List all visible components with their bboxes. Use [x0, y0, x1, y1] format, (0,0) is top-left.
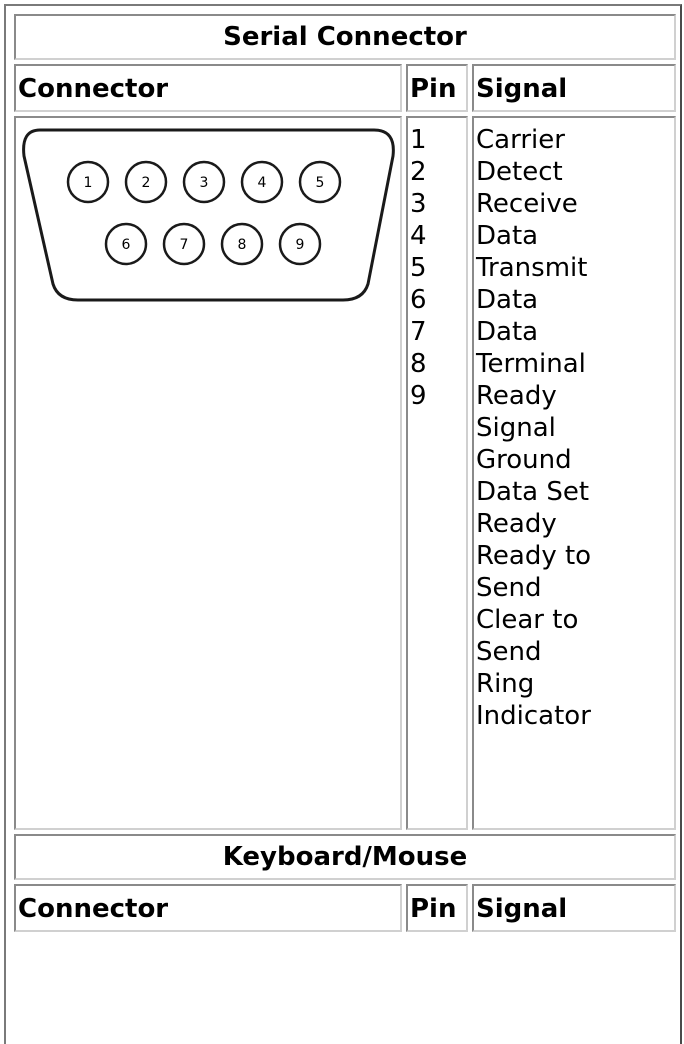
- pin-number: 3: [410, 189, 427, 219]
- serial-connector-cell: 1 2 3 4 5 6 7 8 9: [14, 116, 402, 830]
- pin-number: 2: [410, 157, 427, 187]
- signal-line: Send: [476, 637, 542, 667]
- km-header-pin: Pin: [406, 884, 468, 932]
- signal-line: Receive: [476, 189, 578, 219]
- pin-number: 1: [410, 125, 427, 155]
- signal-line: Data Set: [476, 477, 590, 507]
- pin-number: 7: [410, 317, 427, 347]
- serial-header-pin: Pin: [406, 64, 468, 112]
- keyboard-mouse-section-title: Keyboard/Mouse: [14, 834, 676, 880]
- pin-circle-label: 4: [258, 175, 267, 191]
- signal-line: Carrier: [476, 125, 565, 155]
- serial-section-title: Serial Connector: [14, 14, 676, 60]
- signal-line: Terminal: [476, 349, 586, 379]
- serial-header-signal: Signal: [472, 64, 676, 112]
- pin-number: 4: [410, 221, 427, 251]
- db9-connector-diagram: 1 2 3 4 5 6 7 8 9: [22, 128, 395, 302]
- pin-circle-label: 3: [200, 175, 209, 191]
- signal-line: Clear to: [476, 605, 579, 635]
- pin-number: 5: [410, 253, 427, 283]
- signal-line: Indicator: [476, 701, 591, 731]
- pin-circle-label: 8: [238, 237, 247, 253]
- signal-line: Ground: [476, 445, 572, 475]
- serial-pin-list: 123456789: [406, 116, 468, 830]
- pin-number: 6: [410, 285, 427, 315]
- signal-line: Data: [476, 285, 539, 315]
- signal-line: Ready to: [476, 541, 592, 571]
- km-header-signal: Signal: [472, 884, 676, 932]
- km-header-connector: Connector: [14, 884, 402, 932]
- pin-circle-label: 9: [296, 237, 305, 253]
- signal-line: Data: [476, 317, 539, 347]
- pin-number: 8: [410, 349, 427, 379]
- signal-line: Ready: [476, 381, 557, 411]
- signal-line: Ready: [476, 509, 557, 539]
- pin-number: 9: [410, 381, 427, 411]
- signal-line: Send: [476, 573, 542, 603]
- serial-signal-list: Carrier Detect Receive Data Transmit Data Data…: [472, 116, 676, 830]
- pin-circle-label: 1: [84, 175, 93, 191]
- pin-circle-label: 6: [122, 237, 131, 253]
- connector-table: Serial Connector Connector Pin Signal 12…: [4, 4, 682, 1044]
- serial-header-connector: Connector: [14, 64, 402, 112]
- signal-line: Data: [476, 221, 539, 251]
- signal-line: Detect: [476, 157, 563, 187]
- pin-circle-label: 2: [142, 175, 151, 191]
- signal-line: Ring: [476, 669, 535, 699]
- signal-line: Signal: [476, 413, 556, 443]
- pin-circle-label: 5: [316, 175, 325, 191]
- signal-line: Transmit: [476, 253, 588, 283]
- pin-circle-label: 7: [180, 237, 189, 253]
